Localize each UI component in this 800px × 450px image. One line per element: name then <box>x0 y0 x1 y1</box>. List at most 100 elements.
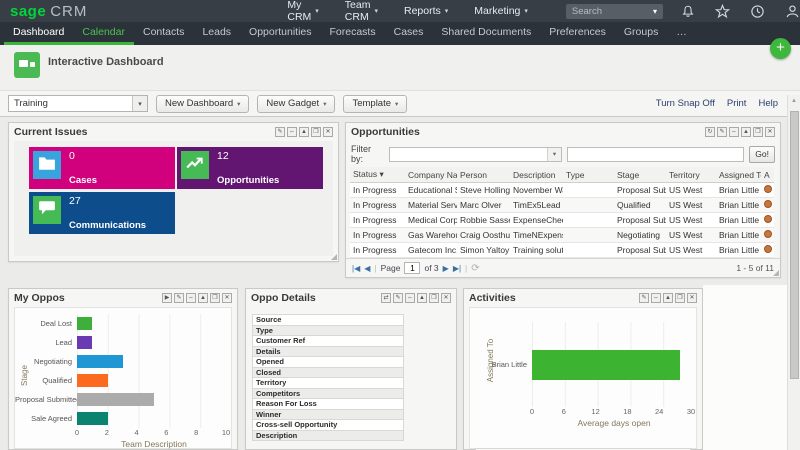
list-item[interactable]: Opened <box>252 357 404 368</box>
bar[interactable] <box>77 374 108 387</box>
col-status[interactable]: Status ▾ <box>350 167 405 183</box>
favorites-star-icon[interactable] <box>715 4 730 19</box>
maximize-icon[interactable]: ❐ <box>675 293 685 303</box>
tab-groups[interactable]: Groups <box>615 22 667 45</box>
tab-leads[interactable]: Leads <box>193 22 240 45</box>
list-item[interactable]: Territory <box>252 378 404 389</box>
collapse-icon[interactable]: ▲ <box>741 127 751 137</box>
new-dashboard-button[interactable]: New Dashboard ▾ <box>156 95 249 113</box>
move-icon[interactable]: ⇔ <box>186 293 196 303</box>
table-row[interactable]: In ProgressMaterial Servi... Marc OlverT… <box>350 198 774 213</box>
collapse-icon[interactable]: ▲ <box>417 293 427 303</box>
table-row[interactable]: In ProgressEducational S... Steve Hollin… <box>350 183 774 198</box>
close-icon[interactable]: ✕ <box>222 293 232 303</box>
add-gadget-plus-button[interactable]: + <box>770 38 791 59</box>
bar[interactable] <box>77 412 108 425</box>
move-icon[interactable]: ⇔ <box>651 293 661 303</box>
resize-handle[interactable] <box>773 270 779 276</box>
opportunities-tile[interactable]: 12 Opportunities <box>177 147 323 189</box>
col-description[interactable]: Description <box>510 167 563 183</box>
print-link[interactable]: Print <box>727 98 747 109</box>
table-row[interactable]: In ProgressMedical Corp... Robbie Sasser… <box>350 213 774 228</box>
col-actions[interactable]: A <box>761 167 774 183</box>
new-gadget-button[interactable]: New Gadget ▾ <box>257 95 335 113</box>
tab-calendar[interactable]: Calendar <box>73 22 134 45</box>
maximize-icon[interactable]: ❐ <box>753 127 763 137</box>
record-action-icon[interactable] <box>764 215 772 223</box>
recent-clock-icon[interactable] <box>750 4 765 19</box>
menu-marketing[interactable]: Marketing ▾ <box>474 0 528 23</box>
col-stage[interactable]: Stage <box>614 167 666 183</box>
list-item[interactable]: Winner <box>252 410 404 421</box>
first-page-icon[interactable]: |◀ <box>352 264 360 273</box>
search-input[interactable]: Search ▾ <box>566 4 663 19</box>
record-action-icon[interactable] <box>764 245 772 253</box>
scrollbar-thumb[interactable] <box>790 111 799 379</box>
edit-icon[interactable]: ✎ <box>174 293 184 303</box>
edit-icon[interactable]: ✎ <box>393 293 403 303</box>
close-icon[interactable]: ✕ <box>441 293 451 303</box>
vertical-scrollbar[interactable]: ▲ <box>787 95 800 450</box>
edit-icon[interactable]: ✎ <box>639 293 649 303</box>
edit-icon[interactable]: ✎ <box>717 127 727 137</box>
page-number-input[interactable] <box>404 262 420 274</box>
list-item[interactable]: Source <box>252 315 404 326</box>
last-page-icon[interactable]: ▶| <box>453 264 461 273</box>
list-item[interactable]: Closed <box>252 368 404 379</box>
tab-contacts[interactable]: Contacts <box>134 22 193 45</box>
bar[interactable] <box>77 336 92 349</box>
tab-opportunities[interactable]: Opportunities <box>240 22 320 45</box>
next-page-icon[interactable]: ▶ <box>443 264 449 273</box>
bar[interactable] <box>532 350 680 380</box>
user-profile-icon[interactable] <box>785 4 800 19</box>
col-type[interactable]: Type <box>563 167 614 183</box>
close-icon[interactable]: ✕ <box>323 127 333 137</box>
menu-reports[interactable]: Reports ▾ <box>404 0 448 23</box>
move-icon[interactable]: ⇔ <box>287 127 297 137</box>
list-item[interactable]: Cross-sell Opportunity <box>252 420 404 431</box>
bar[interactable] <box>77 317 92 330</box>
tab-cases[interactable]: Cases <box>385 22 433 45</box>
template-button[interactable]: Template ▾ <box>343 95 407 113</box>
tab-forecasts[interactable]: Forecasts <box>321 22 385 45</box>
list-item[interactable]: Reason For Loss <box>252 399 404 410</box>
maximize-icon[interactable]: ❐ <box>210 293 220 303</box>
collapse-icon[interactable]: ▲ <box>198 293 208 303</box>
bar[interactable] <box>77 355 123 368</box>
scroll-up-icon[interactable]: ▲ <box>788 95 800 104</box>
record-action-icon[interactable] <box>764 230 772 238</box>
menu-team-crm[interactable]: Team CRM ▾ <box>345 0 378 23</box>
communications-tile[interactable]: 27 Communications <box>29 192 175 234</box>
list-item[interactable]: Description <box>252 431 404 442</box>
list-item[interactable]: Type <box>252 326 404 337</box>
list-item[interactable]: Competitors <box>252 389 404 400</box>
col-territory[interactable]: Territory <box>666 167 716 183</box>
resize-handle[interactable] <box>331 254 337 260</box>
menu-my-crm[interactable]: My CRM ▾ <box>287 0 318 23</box>
refresh-spinner-icon[interactable]: ⟳ <box>471 263 479 274</box>
dashboard-select[interactable]: Training ▾ <box>8 95 148 112</box>
list-item[interactable]: Details <box>252 347 404 358</box>
tab-more[interactable]: … <box>667 22 696 45</box>
close-icon[interactable]: ✕ <box>765 127 775 137</box>
turn-snap-off-link[interactable]: Turn Snap Off <box>656 98 715 109</box>
move-icon[interactable]: ⇔ <box>405 293 415 303</box>
edit-icon[interactable]: ✎ <box>275 127 285 137</box>
notifications-bell-icon[interactable] <box>681 4 695 19</box>
tab-dashboard[interactable]: Dashboard <box>4 22 73 45</box>
table-row[interactable]: In ProgressGatecom Inc. Simon YaltoyTrai… <box>350 243 774 258</box>
maximize-icon[interactable]: ❐ <box>429 293 439 303</box>
play-icon[interactable]: ▶ <box>162 293 172 303</box>
filter-select[interactable]: ▾ <box>389 147 562 162</box>
list-item[interactable]: Customer Ref <box>252 336 404 347</box>
tab-shared-documents[interactable]: Shared Documents <box>432 22 540 45</box>
col-company[interactable]: Company Name <box>405 167 457 183</box>
maximize-icon[interactable]: ❐ <box>311 127 321 137</box>
col-person[interactable]: Person <box>457 167 510 183</box>
collapse-icon[interactable]: ▲ <box>299 127 309 137</box>
record-action-icon[interactable] <box>764 185 772 193</box>
go-button[interactable]: Go! <box>749 146 775 163</box>
help-link[interactable]: Help <box>758 98 778 109</box>
link-icon[interactable]: ⇄ <box>381 293 391 303</box>
move-icon[interactable]: ⇔ <box>729 127 739 137</box>
